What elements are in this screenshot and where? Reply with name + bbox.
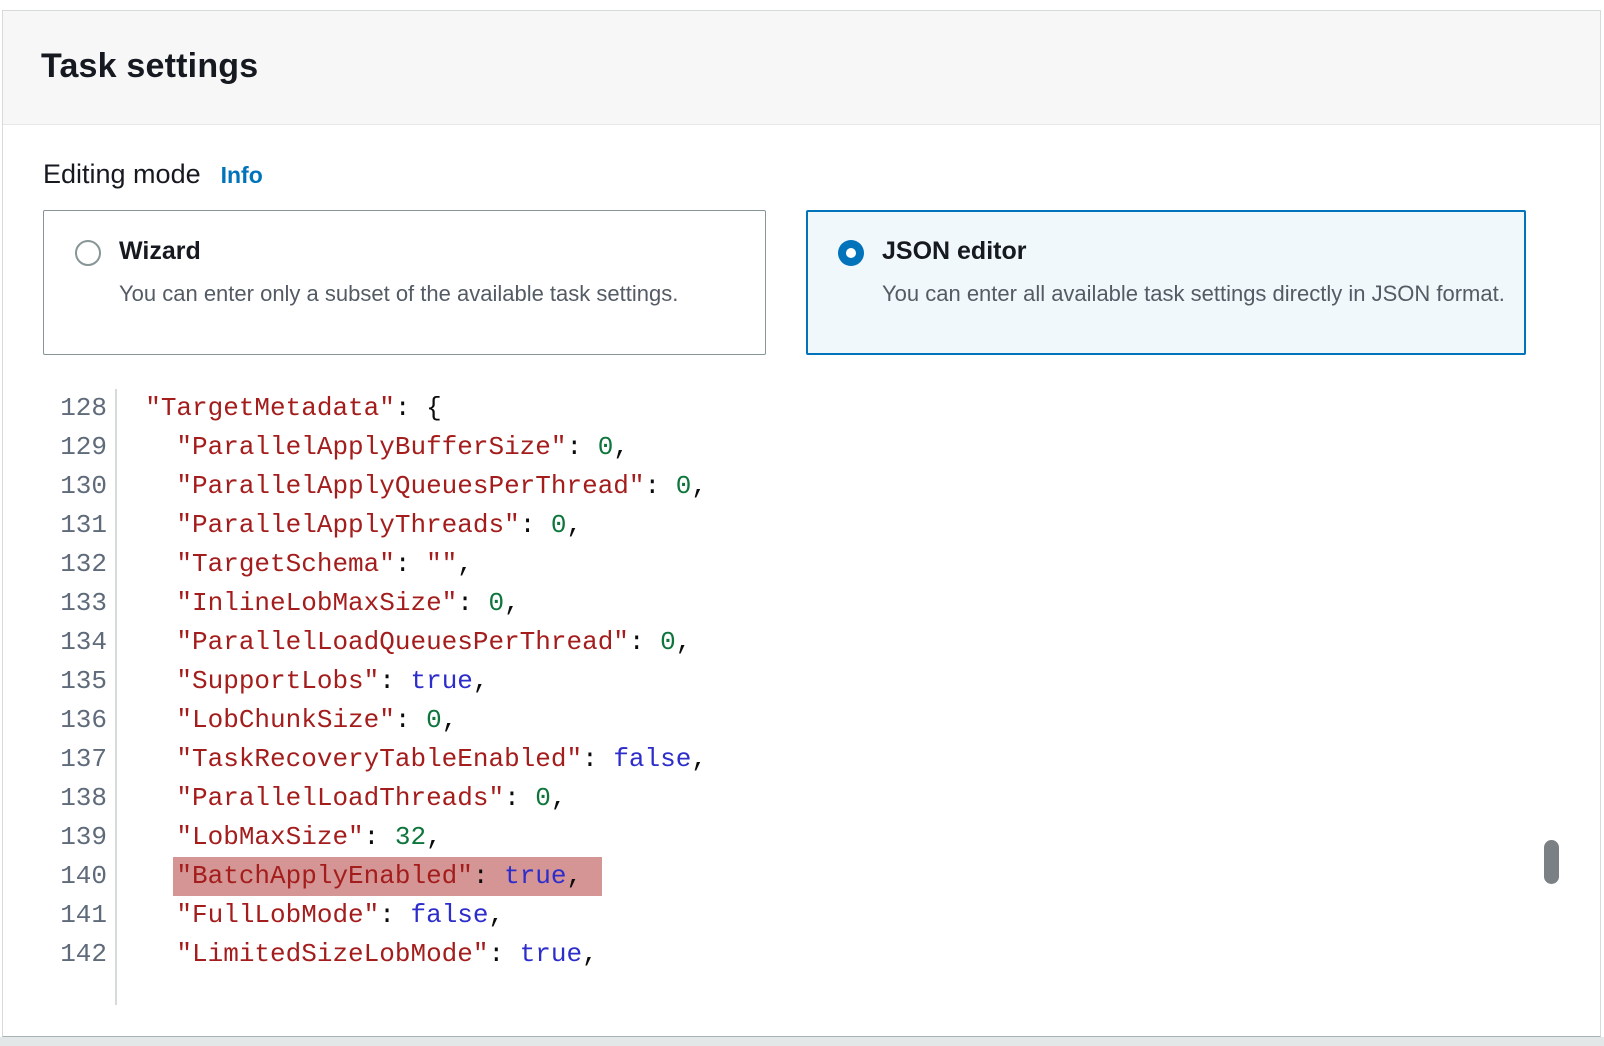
code-text: "LimitedSizeLobMode": true, xyxy=(107,935,598,974)
page-background-strip xyxy=(0,1037,1604,1046)
code-lines: 128 "TargetMetadata": {129 "ParallelAppl… xyxy=(3,389,1600,974)
wizard-radio-icon[interactable] xyxy=(75,240,101,266)
code-text: "BatchApplyEnabled": true, xyxy=(107,857,602,896)
search-highlight: "BatchApplyEnabled": true, xyxy=(173,857,602,896)
code-line[interactable]: 141 "FullLobMode": false, xyxy=(3,896,1600,935)
wizard-option-text: Wizard You can enter only a subset of th… xyxy=(119,237,678,354)
code-line[interactable]: 131 "ParallelApplyThreads": 0, xyxy=(3,506,1600,545)
json-code-editor[interactable]: 128 "TargetMetadata": {129 "ParallelAppl… xyxy=(3,389,1600,1005)
code-text: "TargetSchema": "", xyxy=(107,545,473,584)
editing-mode-label: Editing mode xyxy=(43,159,201,190)
line-number: 140 xyxy=(3,857,107,896)
wizard-option-description: You can enter only a subset of the avail… xyxy=(119,275,678,312)
editing-mode-options: Wizard You can enter only a subset of th… xyxy=(43,210,1560,355)
code-line[interactable]: 137 "TaskRecoveryTableEnabled": false, xyxy=(3,740,1600,779)
code-text: "TaskRecoveryTableEnabled": false, xyxy=(107,740,707,779)
wizard-option-tile[interactable]: Wizard You can enter only a subset of th… xyxy=(43,210,766,355)
line-number: 130 xyxy=(3,467,107,506)
panel-body: Editing mode Info Wizard You can enter o… xyxy=(3,159,1600,1005)
gutter-divider xyxy=(115,389,117,1005)
line-number: 139 xyxy=(3,818,107,857)
code-text: "LobChunkSize": 0, xyxy=(107,701,457,740)
code-text: "ParallelApplyThreads": 0, xyxy=(107,506,582,545)
code-line[interactable]: 132 "TargetSchema": "", xyxy=(3,545,1600,584)
line-number: 141 xyxy=(3,896,107,935)
line-number: 136 xyxy=(3,701,107,740)
line-number: 135 xyxy=(3,662,107,701)
task-settings-panel: Task settings Editing mode Info Wizard Y… xyxy=(2,10,1601,1037)
code-line[interactable]: 129 "ParallelApplyBufferSize": 0, xyxy=(3,428,1600,467)
line-number: 138 xyxy=(3,779,107,818)
code-line[interactable]: 140 "BatchApplyEnabled": true, xyxy=(3,857,1600,896)
wizard-option-title: Wizard xyxy=(119,237,678,266)
json-editor-option-description: You can enter all available task setting… xyxy=(882,275,1505,312)
code-line[interactable]: 142 "LimitedSizeLobMode": true, xyxy=(3,935,1600,974)
line-number: 131 xyxy=(3,506,107,545)
line-number: 142 xyxy=(3,935,107,974)
page: Task settings Editing mode Info Wizard Y… xyxy=(0,0,1604,1046)
line-number: 133 xyxy=(3,584,107,623)
json-editor-radio-icon[interactable] xyxy=(838,240,864,266)
code-text: "LobMaxSize": 32, xyxy=(107,818,442,857)
code-line[interactable]: 133 "InlineLobMaxSize": 0, xyxy=(3,584,1600,623)
json-editor-option-text: JSON editor You can enter all available … xyxy=(882,237,1505,353)
code-text: "SupportLobs": true, xyxy=(107,662,489,701)
code-text: "InlineLobMaxSize": 0, xyxy=(107,584,520,623)
code-line[interactable]: 138 "ParallelLoadThreads": 0, xyxy=(3,779,1600,818)
line-number: 129 xyxy=(3,428,107,467)
vertical-scrollbar-thumb[interactable] xyxy=(1544,840,1559,884)
line-number: 134 xyxy=(3,623,107,662)
code-line[interactable]: 128 "TargetMetadata": { xyxy=(3,389,1600,428)
code-line[interactable]: 134 "ParallelLoadQueuesPerThread": 0, xyxy=(3,623,1600,662)
code-line[interactable]: 136 "LobChunkSize": 0, xyxy=(3,701,1600,740)
code-line[interactable]: 139 "LobMaxSize": 32, xyxy=(3,818,1600,857)
panel-header: Task settings xyxy=(3,11,1600,125)
code-text: "ParallelLoadThreads": 0, xyxy=(107,779,567,818)
code-line[interactable]: 135 "SupportLobs": true, xyxy=(3,662,1600,701)
json-editor-option-tile[interactable]: JSON editor You can enter all available … xyxy=(806,210,1526,355)
panel-title: Task settings xyxy=(41,47,1562,86)
line-number: 128 xyxy=(3,389,107,428)
line-number: 137 xyxy=(3,740,107,779)
code-text: "ParallelApplyQueuesPerThread": 0, xyxy=(107,467,707,506)
code-text: "ParallelApplyBufferSize": 0, xyxy=(107,428,629,467)
line-number: 132 xyxy=(3,545,107,584)
info-link[interactable]: Info xyxy=(221,162,263,189)
editing-mode-row: Editing mode Info xyxy=(43,159,1600,190)
code-text: "FullLobMode": false, xyxy=(107,896,504,935)
code-line[interactable]: 130 "ParallelApplyQueuesPerThread": 0, xyxy=(3,467,1600,506)
code-text: "ParallelLoadQueuesPerThread": 0, xyxy=(107,623,691,662)
code-text: "TargetMetadata": { xyxy=(107,389,442,428)
json-editor-option-title: JSON editor xyxy=(882,237,1505,266)
